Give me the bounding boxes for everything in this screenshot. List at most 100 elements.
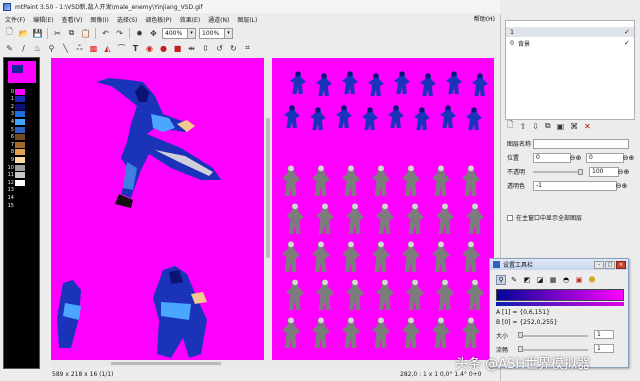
duplicate-layer-icon[interactable]: ⧉ (545, 121, 551, 131)
flow-slider-knob[interactable] (518, 346, 523, 352)
smudge-icon[interactable]: ♨ (32, 43, 43, 54)
layer-down-icon[interactable]: ⇩ (532, 122, 539, 131)
palette-entry[interactable]: 7 (6, 141, 38, 148)
cut-icon[interactable]: ✂ (52, 28, 63, 39)
size-slider-knob[interactable] (518, 332, 523, 338)
canvas-horizontal-scrollbar[interactable] (51, 360, 494, 367)
palette-entry[interactable]: 6 (6, 134, 38, 141)
opacity-input[interactable]: 100 (589, 166, 619, 177)
close-button[interactable]: ✕ (616, 260, 626, 269)
mask-mode-icon[interactable]: ☻ (587, 275, 597, 285)
menu-image[interactable]: 图像(I) (90, 15, 108, 24)
menu-layers[interactable]: 图层(L) (237, 15, 257, 24)
ellipse-icon[interactable]: ● (158, 43, 169, 54)
main-canvas[interactable] (51, 58, 264, 360)
merge-layer-icon[interactable]: ▣ (557, 122, 565, 131)
palette-swatch[interactable] (15, 111, 25, 118)
palette-entry[interactable]: 11 (6, 172, 38, 179)
position-x-stepper[interactable]: ⊖⊕ (570, 153, 582, 163)
brightness-icon[interactable]: ✹ (134, 28, 145, 39)
menu-palette[interactable]: 调色板(P) (145, 15, 171, 24)
text-icon[interactable]: T (130, 43, 141, 54)
minimize-button[interactable]: – (594, 260, 604, 269)
canvas-vertical-scrollbar[interactable] (264, 58, 272, 360)
layer-settings-icon[interactable]: ⌘ (570, 122, 578, 131)
tint-plus-icon[interactable]: ◪ (535, 275, 545, 285)
menu-channels[interactable]: 通道(N) (208, 15, 229, 24)
palette-entry[interactable]: 2 (6, 103, 38, 110)
layer-name-input[interactable] (533, 138, 629, 149)
size-slider-track[interactable] (518, 335, 588, 337)
palette-swatch[interactable] (15, 149, 25, 156)
position-x-input[interactable]: 0 (533, 152, 571, 163)
spray-icon[interactable]: ஃ (74, 43, 85, 54)
palette-swatch[interactable] (15, 141, 25, 148)
color-mode-icon[interactable]: ◓ (561, 275, 571, 285)
palette-entry[interactable]: 10 (6, 164, 38, 171)
opacity-slider-knob[interactable] (578, 168, 583, 175)
palette-entry[interactable]: 8 (6, 149, 38, 156)
palette-swatch[interactable] (15, 156, 25, 163)
delete-layer-icon[interactable]: ✕ (584, 122, 591, 131)
palette-swatch[interactable] (15, 96, 25, 103)
palette-swatch[interactable] (15, 126, 25, 133)
size-input[interactable]: 1 (594, 330, 614, 339)
rectangle-icon[interactable]: ■ (172, 43, 183, 54)
redo-icon[interactable]: ↷ (114, 28, 125, 39)
palette-swatch[interactable] (15, 118, 25, 125)
show-all-layers-checkbox[interactable] (507, 214, 513, 221)
palette-swatch[interactable] (15, 88, 25, 95)
position-y-input[interactable]: 0 (586, 152, 624, 163)
transparent-input[interactable]: -1 (533, 180, 617, 191)
menu-effects[interactable]: 效果(E) (180, 15, 200, 24)
scrollbar-thumb[interactable] (266, 118, 270, 258)
view-canvas[interactable] (272, 58, 494, 360)
brush-icon[interactable]: / (18, 43, 29, 54)
palette-entry[interactable]: 12 (6, 179, 38, 186)
palette-entry[interactable]: 14 (6, 194, 38, 201)
tint-mode-icon[interactable]: ◩ (522, 275, 532, 285)
palette-swatch[interactable] (15, 187, 25, 194)
zoom-main-select[interactable]: 400% ▾ (162, 27, 196, 39)
gradient-icon[interactable]: ◉ (144, 43, 155, 54)
position-y-stepper[interactable]: ⊖⊕ (623, 153, 635, 163)
menu-file[interactable]: 文件(F) (5, 15, 25, 24)
clone-icon[interactable]: ⚲ (46, 43, 57, 54)
scrollbar-thumb[interactable] (111, 362, 221, 365)
open-file-icon[interactable]: 📂 (18, 28, 29, 39)
rotate-left-icon[interactable]: ↺ (214, 43, 225, 54)
layer-up-icon[interactable]: ⇧ (519, 122, 526, 131)
layer-visible-check-icon[interactable]: ✓ (624, 28, 634, 36)
pan-icon[interactable]: ✥ (148, 28, 159, 39)
fill-icon[interactable]: ◭ (102, 43, 113, 54)
palette-swatch[interactable] (15, 202, 25, 209)
paste-icon[interactable]: 📋 (80, 28, 91, 39)
opacity-slider[interactable] (533, 167, 583, 177)
palette-entry[interactable]: 3 (6, 111, 38, 118)
palette-swatch[interactable] (15, 194, 25, 201)
lasso-icon[interactable]: ⌒ (116, 43, 127, 54)
zoom-view-select[interactable]: 100% ▾ (199, 27, 233, 39)
palette-swatch[interactable] (15, 134, 25, 141)
opacity-stepper[interactable]: ⊖⊕ (618, 167, 630, 177)
palette-entry[interactable]: 4 (6, 118, 38, 125)
menu-selection[interactable]: 选择(S) (117, 15, 138, 24)
palette-entry[interactable]: 1 (6, 96, 38, 103)
gradient-mode-icon[interactable]: ▣ (574, 275, 584, 285)
palette-entry[interactable]: 9 (6, 156, 38, 163)
menu-help[interactable]: 帮助(H) (474, 14, 495, 23)
save-file-icon[interactable]: 💾 (32, 28, 43, 39)
flip-h-icon[interactable]: ⇹ (186, 43, 197, 54)
layer-row-1[interactable]: 1 ✓ (506, 27, 634, 37)
flow-slider-track[interactable] (518, 349, 588, 351)
crop-icon[interactable]: ⌗ (242, 43, 253, 54)
palette-swatch[interactable] (15, 172, 25, 179)
pattern-icon[interactable]: ▩ (88, 43, 99, 54)
palette-swatch[interactable] (15, 179, 25, 186)
flip-v-icon[interactable]: ⇳ (200, 43, 211, 54)
flow-input[interactable]: 1 (594, 344, 614, 353)
maximize-button[interactable]: □ (605, 260, 615, 269)
new-file-icon[interactable]: 🗋 (4, 27, 15, 39)
color-gradient-bar[interactable] (496, 289, 624, 301)
palette-entry[interactable]: 0 (6, 88, 38, 95)
